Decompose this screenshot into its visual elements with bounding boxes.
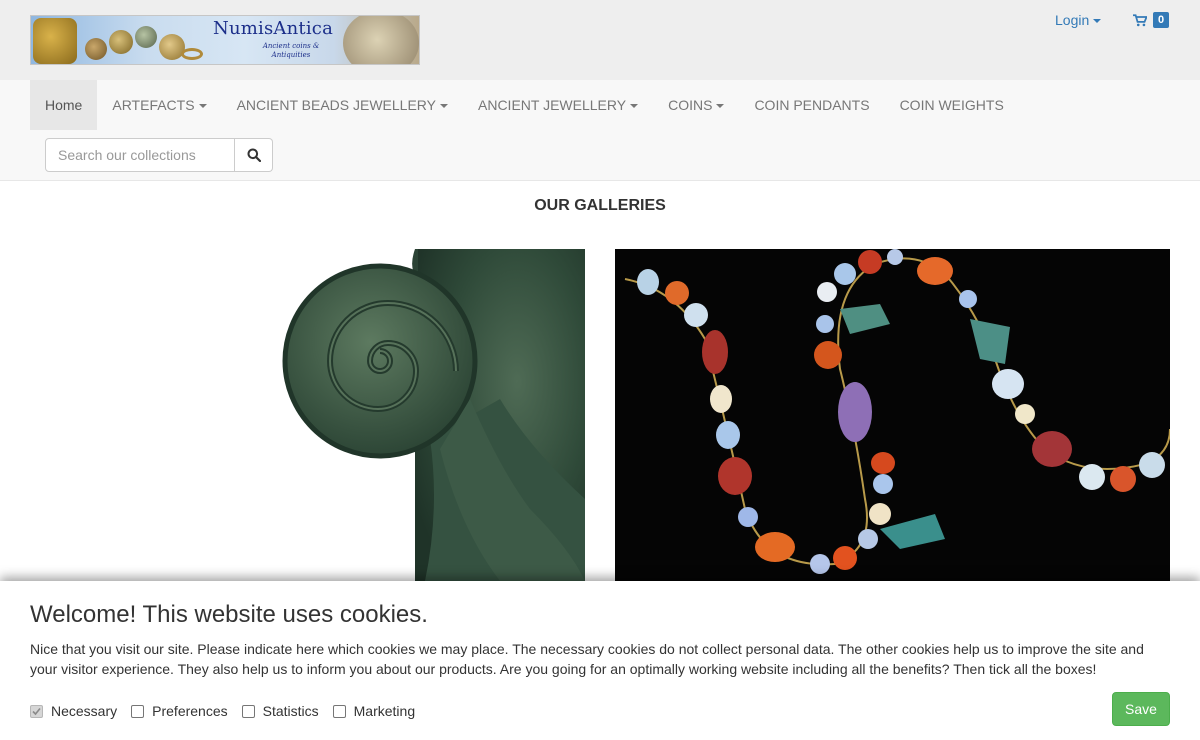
logo-tagline: Ancient coins & Antiquities (262, 42, 320, 59)
search-icon (247, 148, 261, 162)
cookie-title: Welcome! This website uses cookies. (30, 601, 428, 628)
cookie-banner: Welcome! This website uses cookies. Nice… (0, 581, 1200, 740)
save-button[interactable]: Save (1112, 692, 1170, 726)
cookie-options: Necessary Preferences Statistics Marketi… (30, 703, 429, 719)
nav-item-label: COIN PENDANTS (754, 97, 870, 113)
nav-item-label: ANCIENT JEWELLERY (478, 97, 627, 113)
login-label: Login (1055, 12, 1090, 28)
nav-item-label: COIN WEIGHTS (899, 97, 1004, 113)
necessary-checkbox (30, 704, 43, 718)
nav-item-ancient-jewellery[interactable]: ANCIENT JEWELLERY (463, 80, 653, 130)
cookie-text: Nice that you visit our site. Please ind… (30, 641, 1144, 677)
consent-label: Statistics (262, 703, 319, 719)
preferences-checkbox[interactable] (131, 704, 145, 718)
nav-item-label: Home (45, 97, 83, 113)
bead-necklace-picture (624, 249, 1170, 574)
nav-item-coins[interactable]: COINS (653, 80, 739, 130)
logo-statue-image (33, 18, 77, 64)
logo-coin-image (85, 38, 107, 60)
consent-statistics[interactable]: Statistics (241, 703, 319, 719)
cart-button[interactable]: 0 (1133, 12, 1170, 28)
main-navbar: Home ARTEFACTS ANCIENT BEADS JEWELLERY A… (0, 80, 1200, 181)
logo-coin-image (135, 26, 157, 48)
login-dropdown[interactable]: Login (1055, 12, 1102, 28)
nav-item-label: COINS (668, 97, 713, 113)
gallery-artefacts-image[interactable] (30, 249, 585, 581)
consent-preferences[interactable]: Preferences (131, 703, 228, 719)
nav-menu: Home ARTEFACTS ANCIENT BEADS JEWELLERY A… (30, 80, 1019, 130)
statistics-checkbox[interactable] (241, 704, 255, 718)
site-logo[interactable]: NumisAntica Ancient coins & Antiquities (30, 15, 420, 65)
chevron-down-icon (1093, 19, 1102, 24)
consent-label: Preferences (152, 703, 228, 719)
bronze-spiral-picture (282, 249, 585, 581)
logo-large-coin-image (343, 16, 419, 64)
logo-coin-image (109, 30, 133, 54)
shopping-cart-icon (1133, 13, 1147, 26)
search-input[interactable] (45, 138, 235, 172)
consent-marketing[interactable]: Marketing (332, 703, 416, 719)
search-button[interactable] (235, 138, 273, 172)
chevron-down-icon (198, 104, 207, 109)
consent-necessary: Necessary (30, 703, 117, 719)
page-title: OUR GALLERIES (534, 197, 666, 214)
consent-label: Necessary (51, 703, 118, 719)
nav-item-artefacts[interactable]: ARTEFACTS (97, 80, 221, 130)
nav-item-label: ANCIENT BEADS JEWELLERY (236, 97, 436, 113)
checkmark-icon (32, 707, 41, 715)
nav-item-coin-weights[interactable]: COIN WEIGHTS (885, 80, 1019, 130)
consent-label: Marketing (353, 703, 416, 719)
marketing-checkbox[interactable] (332, 704, 346, 718)
beads (637, 249, 1165, 574)
nav-item-coin-pendants[interactable]: COIN PENDANTS (739, 80, 884, 130)
nav-item-home[interactable]: Home (30, 80, 98, 130)
chevron-down-icon (716, 104, 725, 109)
logo-brand-text: NumisAntica (213, 18, 333, 39)
logo-ring-image (181, 48, 203, 60)
nav-item-label: ARTEFACTS (112, 97, 195, 113)
chevron-down-icon (440, 104, 448, 109)
chevron-down-icon (630, 104, 639, 109)
gallery-ancient-beads-image[interactable] (615, 249, 1170, 581)
nav-item-ancient-beads-jewellery[interactable]: ANCIENT BEADS JEWELLERY (222, 80, 463, 130)
top-bar: NumisAntica Ancient coins & Antiquities … (0, 0, 1200, 80)
search-form (45, 138, 273, 172)
cart-count-badge: 0 (1153, 12, 1170, 28)
